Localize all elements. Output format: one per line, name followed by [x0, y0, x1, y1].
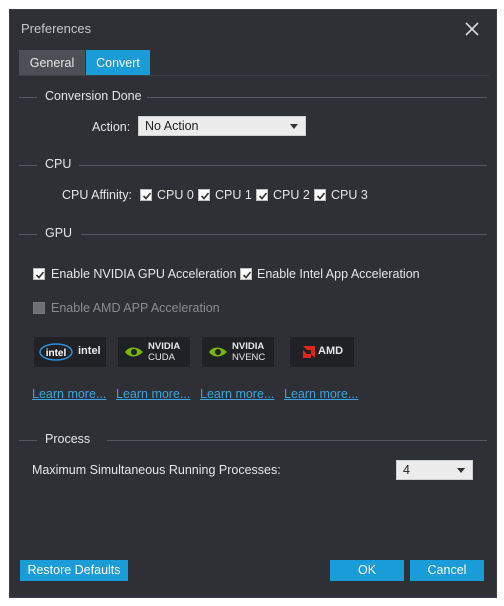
cpu-2-label[interactable]: CPU 2	[273, 188, 310, 202]
action-select[interactable]: No Action	[138, 116, 306, 136]
intel-logo: intel intel	[34, 337, 106, 367]
amd-logo: AMD	[290, 337, 354, 367]
nvidia-nvenc-line1: NVIDIA	[232, 341, 265, 352]
cuda-learn-more-link[interactable]: Learn more...	[116, 387, 190, 401]
checkmark-icon	[242, 271, 252, 279]
cpu-3-label[interactable]: CPU 3	[331, 188, 368, 202]
section-divider	[19, 97, 37, 98]
amd-logo-text: AMD	[318, 345, 344, 357]
section-divider	[81, 234, 487, 235]
tab-general[interactable]: General	[19, 50, 85, 76]
checkmark-icon	[142, 192, 152, 200]
cpu-affinity-label: CPU Affinity:	[62, 188, 132, 202]
cpu-1-checkbox[interactable]	[198, 189, 210, 201]
intel-learn-more-link[interactable]: Learn more...	[32, 387, 106, 401]
cpu-0-label[interactable]: CPU 0	[157, 188, 194, 202]
intel-acceleration-label[interactable]: Enable Intel App Acceleration	[257, 267, 420, 281]
cpu-2-checkbox[interactable]	[256, 189, 268, 201]
nvidia-nvenc-line2: NVENC	[232, 352, 266, 363]
intel-logo-text: intel	[78, 345, 101, 357]
section-divider	[19, 234, 37, 235]
nvidia-acceleration-label[interactable]: Enable NVIDIA GPU Acceleration	[51, 267, 237, 281]
svg-text:intel: intel	[46, 348, 67, 359]
section-divider	[19, 440, 37, 441]
close-button[interactable]	[461, 18, 483, 40]
nvidia-cuda-line2: CUDA	[148, 352, 175, 363]
tab-divider	[19, 75, 489, 76]
cpu-3-checkbox[interactable]	[314, 189, 326, 201]
chevron-down-icon	[457, 468, 465, 473]
section-conversion-done: Conversion Done	[19, 89, 487, 105]
close-icon	[465, 22, 479, 36]
intel-logo-icon: intel	[39, 343, 73, 361]
preferences-dialog: Preferences General Convert Conversion D…	[9, 9, 497, 598]
nvidia-nvenc-logo: NVIDIA NVENC	[202, 337, 274, 367]
checkmark-icon	[316, 192, 326, 200]
amd-logo-icon	[303, 346, 315, 358]
max-processes-value: 4	[403, 463, 410, 477]
section-process-heading: Process	[45, 432, 91, 446]
section-gpu-heading: GPU	[45, 226, 73, 240]
nvidia-cuda-logo-icon	[125, 347, 143, 357]
section-gpu: GPU	[19, 226, 487, 242]
restore-defaults-button[interactable]: Restore Defaults	[20, 560, 128, 581]
section-divider	[147, 97, 487, 98]
checkmark-icon	[35, 271, 45, 279]
chevron-down-icon	[290, 124, 298, 129]
tab-convert[interactable]: Convert	[86, 50, 150, 76]
nvidia-cuda-logo: NVIDIA CUDA	[118, 337, 190, 367]
nvenc-learn-more-link[interactable]: Learn more...	[200, 387, 274, 401]
section-cpu: CPU	[19, 157, 487, 173]
nvidia-acceleration-checkbox[interactable]	[33, 268, 45, 280]
section-process: Process	[19, 432, 487, 448]
section-conversion-done-heading: Conversion Done	[45, 89, 142, 103]
nvidia-cuda-line1: NVIDIA	[148, 341, 181, 352]
checkmark-icon	[258, 192, 268, 200]
section-divider	[107, 440, 487, 441]
max-processes-label: Maximum Simultaneous Running Processes:	[32, 463, 281, 477]
amd-acceleration-label: Enable AMD APP Acceleration	[51, 301, 220, 315]
checkmark-icon	[200, 192, 210, 200]
cancel-button[interactable]: Cancel	[410, 560, 484, 581]
cpu-1-label[interactable]: CPU 1	[215, 188, 252, 202]
action-label: Action:	[92, 120, 131, 134]
section-cpu-heading: CPU	[45, 157, 72, 171]
amd-learn-more-link[interactable]: Learn more...	[284, 387, 358, 401]
action-select-value: No Action	[145, 119, 199, 133]
amd-acceleration-checkbox	[33, 302, 45, 314]
section-divider	[19, 165, 37, 166]
intel-acceleration-checkbox[interactable]	[240, 268, 252, 280]
max-processes-select[interactable]: 4	[396, 460, 473, 480]
window-title: Preferences	[21, 21, 92, 36]
nvidia-nvenc-logo-icon	[209, 347, 227, 357]
cpu-0-checkbox[interactable]	[140, 189, 152, 201]
section-divider	[79, 165, 487, 166]
title-bar: Preferences	[10, 10, 496, 46]
ok-button[interactable]: OK	[330, 560, 404, 581]
